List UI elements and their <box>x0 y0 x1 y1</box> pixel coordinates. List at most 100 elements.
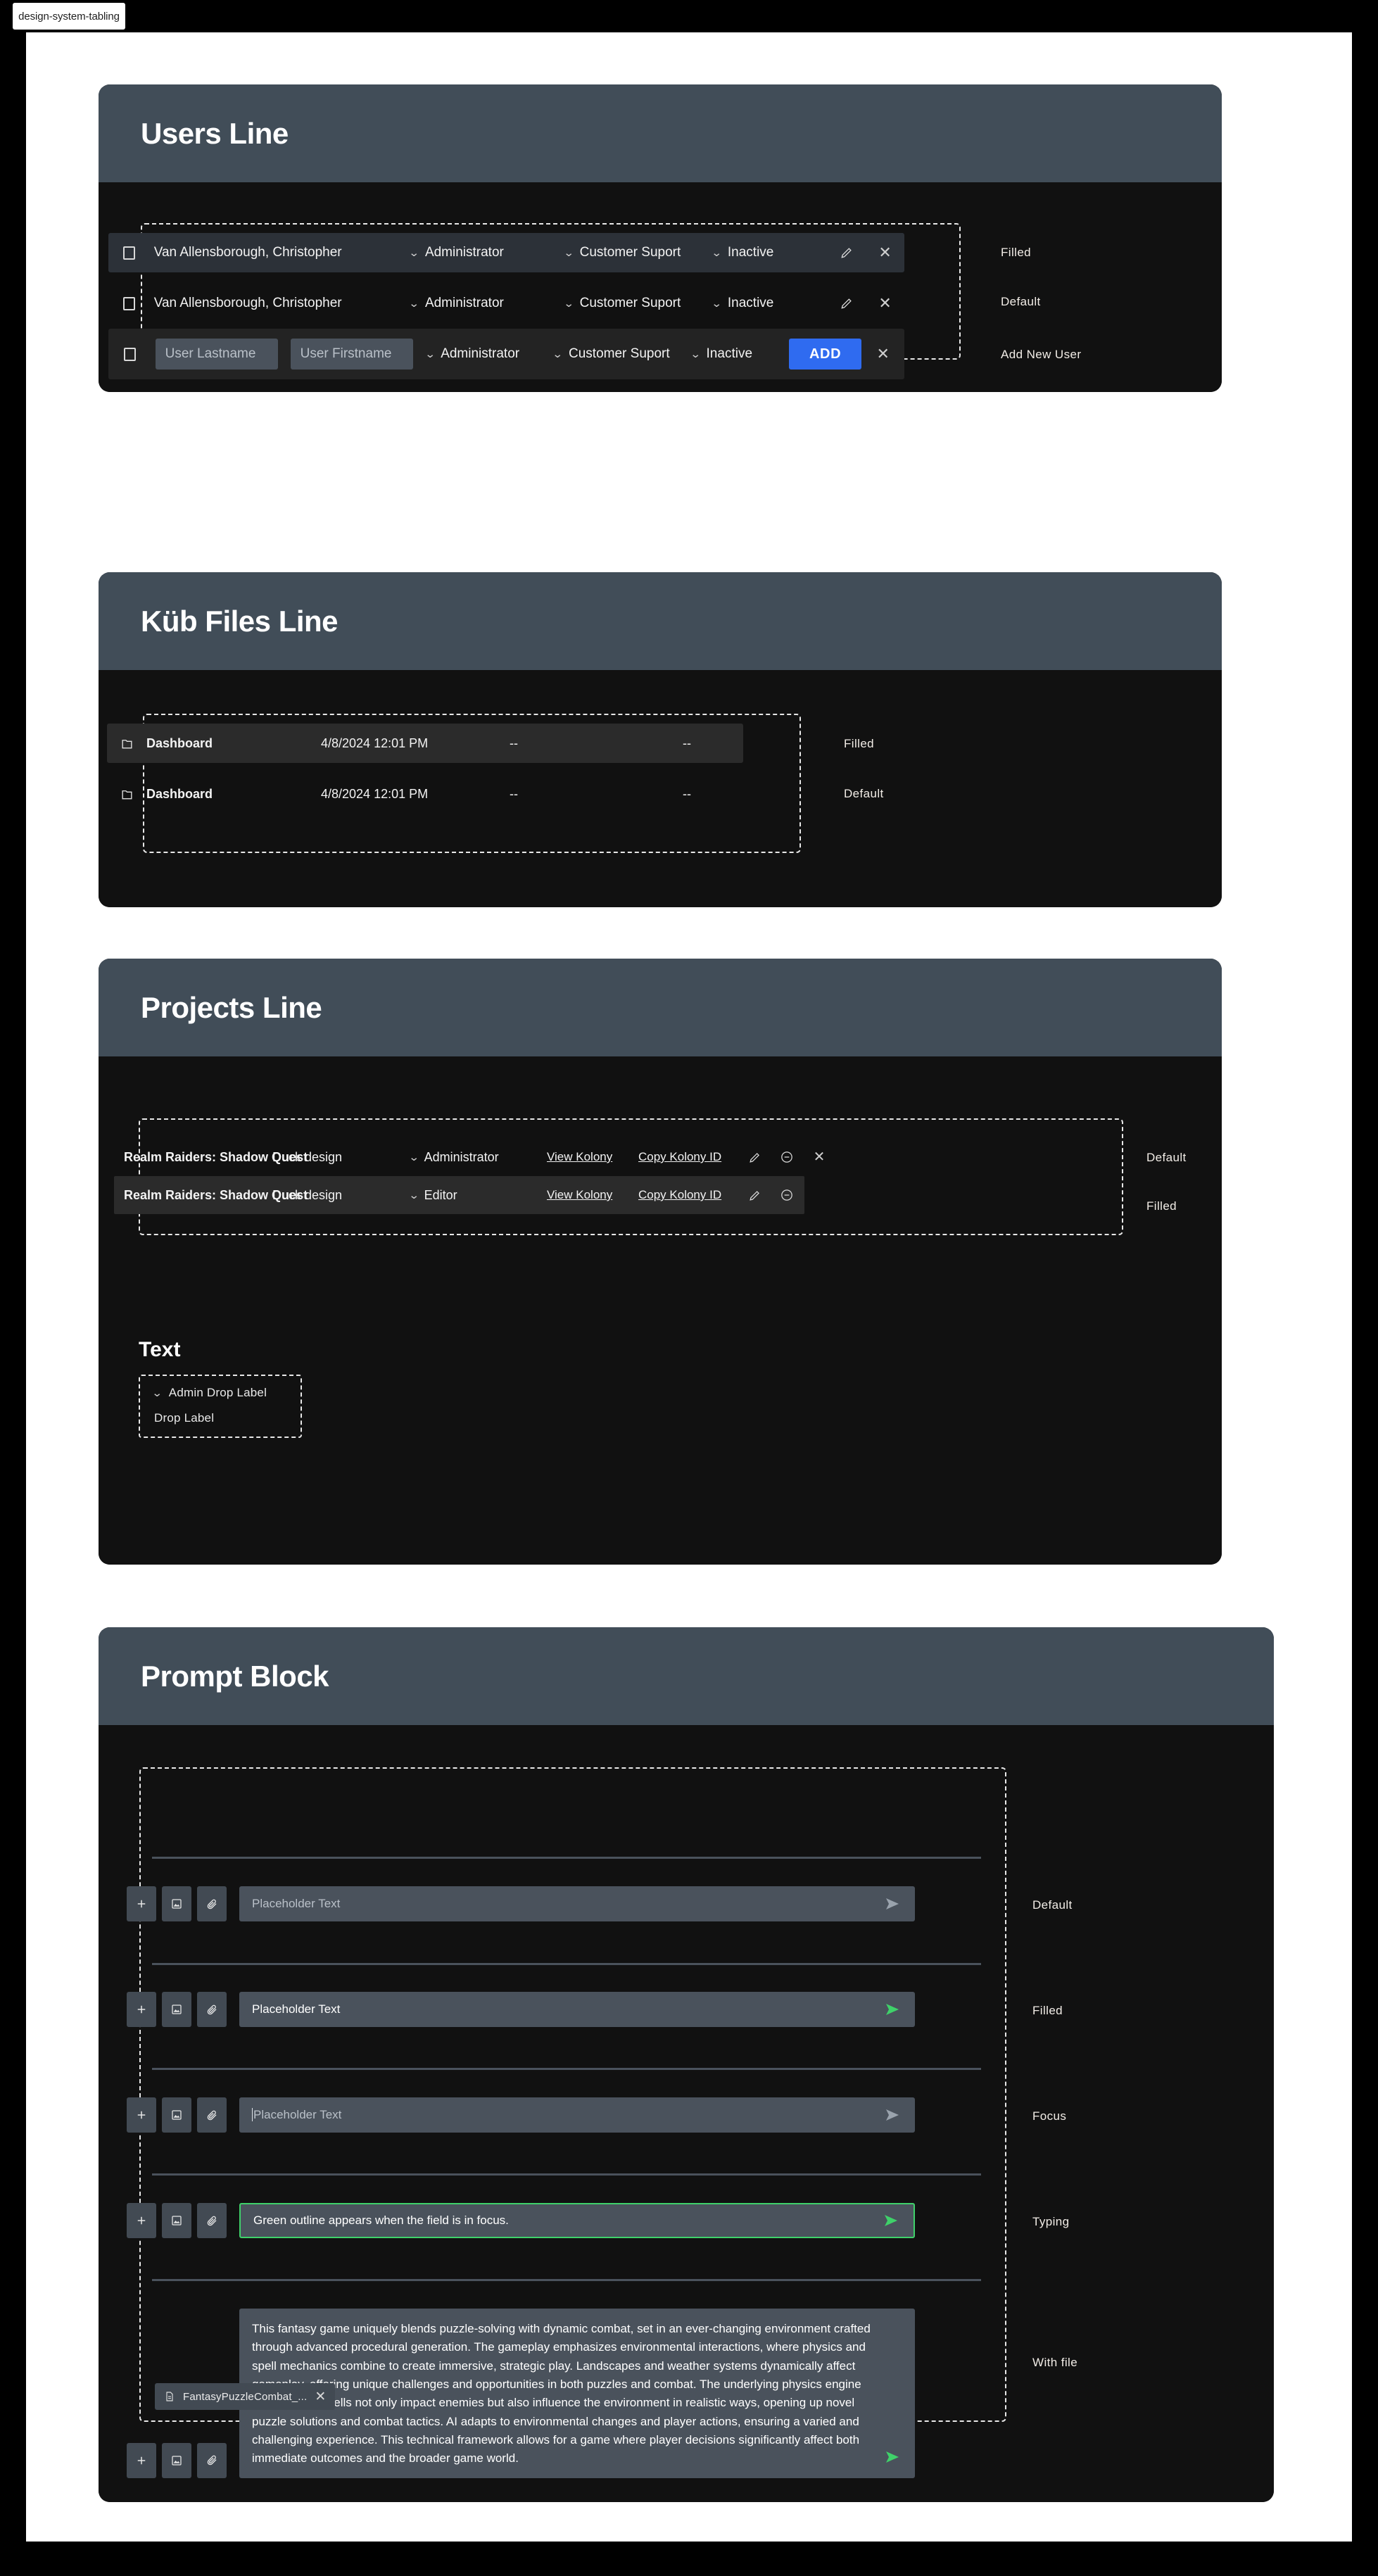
edit-button[interactable] <box>738 1189 771 1202</box>
remove-member-button[interactable] <box>771 1150 803 1164</box>
document-icon <box>166 2392 173 2401</box>
table-row[interactable]: Realm Raiders: Shadow Quest Duck design … <box>114 1176 804 1214</box>
close-icon[interactable]: ✕ <box>315 2390 326 2404</box>
prompt-input[interactable]: Placeholder Text <box>252 1895 877 1913</box>
prompt-input-wrapper[interactable]: Placeholder Text <box>239 1992 915 2027</box>
edit-button[interactable] <box>827 296 866 310</box>
prompt-input-wrapper[interactable]: Placeholder Text <box>239 2097 915 2133</box>
image-button[interactable] <box>162 2442 191 2478</box>
image-button[interactable] <box>162 2203 191 2238</box>
section-body: Dashboard 4/8/2024 12:01 PM -- -- Dashbo… <box>99 670 1222 907</box>
prompt-input[interactable]: Placeholder Text <box>252 2106 877 2124</box>
department-dropdown[interactable]: ⌄ Customer Suport <box>563 245 712 260</box>
role-dropdown[interactable]: ⌄ Editor <box>408 1188 547 1203</box>
send-icon[interactable] <box>883 2212 899 2229</box>
divider <box>152 2068 981 2070</box>
page-title: Küb Files Line <box>141 604 339 638</box>
status-dropdown[interactable]: ⌄ Inactive <box>712 296 827 311</box>
table-row[interactable]: Realm Raiders: Shadow Quest Duck design … <box>114 1138 912 1176</box>
add-button[interactable] <box>127 1886 156 1921</box>
row-checkbox[interactable] <box>108 296 150 310</box>
prompt-input[interactable]: Placeholder Text <box>252 2000 877 2019</box>
browser-tab-strip: design-system-tabling <box>0 0 1378 32</box>
send-icon[interactable] <box>884 2001 901 2018</box>
attach-button[interactable] <box>197 2442 227 2478</box>
browser-tab[interactable]: design-system-tabling <box>13 3 125 30</box>
paperclip-icon <box>207 2216 217 2225</box>
admin-drop-label[interactable]: ⌄ Admin Drop Label <box>151 1386 288 1400</box>
attach-button[interactable] <box>197 2203 227 2238</box>
state-label: Default <box>1146 1151 1187 1164</box>
state-label: Default <box>1032 1898 1073 1912</box>
add-button[interactable] <box>127 2442 156 2478</box>
prompt-input-wrapper[interactable]: Placeholder Text <box>239 1886 915 1921</box>
attach-button[interactable] <box>197 1992 227 2027</box>
remove-button[interactable]: ✕ <box>866 245 904 260</box>
remove-button[interactable]: ✕ <box>861 346 904 362</box>
image-button[interactable] <box>162 1992 191 2027</box>
prompt-input[interactable]: This fantasy game uniquely blends puzzle… <box>252 2320 877 2468</box>
browser-tab-label: design-system-tabling <box>18 10 120 23</box>
text-cursor <box>252 2107 253 2121</box>
prompt-row: Placeholder Text <box>127 1886 915 1921</box>
attach-button[interactable] <box>197 2097 227 2133</box>
table-row[interactable]: Dashboard 4/8/2024 12:01 PM -- -- <box>107 724 743 763</box>
edit-button[interactable] <box>827 246 866 260</box>
add-button[interactable] <box>127 2203 156 2238</box>
attachment-chip[interactable]: FantasyPuzzleCombat_... ✕ <box>155 2383 336 2410</box>
copy-kolony-id-link[interactable]: Copy Kolony ID <box>638 1188 738 1202</box>
role-dropdown[interactable]: ⌄ Administrator <box>408 1150 547 1165</box>
role-value: Administrator <box>424 245 504 260</box>
table-row[interactable]: Van Allensborough, Christopher ⌄ Adminis… <box>108 284 904 323</box>
firstname-input[interactable] <box>290 339 413 370</box>
plus-icon <box>137 1900 146 1908</box>
project-org: Duck design <box>272 1149 343 1164</box>
view-kolony-link[interactable]: View Kolony <box>547 1150 638 1164</box>
close-button[interactable]: ✕ <box>803 1150 835 1164</box>
department-dropdown[interactable]: ⌄ Customer Suport <box>563 296 712 311</box>
send-icon[interactable] <box>884 2107 901 2123</box>
paperclip-icon <box>207 2455 217 2465</box>
edit-button[interactable] <box>738 1151 771 1164</box>
add-button[interactable] <box>127 2097 156 2133</box>
role-dropdown[interactable]: ⌄ Administrator <box>424 346 554 362</box>
image-button[interactable] <box>162 1886 191 1921</box>
add-user-row[interactable]: ⌄ Administrator ⌄ Customer Suport ⌄ Inac… <box>108 329 904 379</box>
attach-button[interactable] <box>197 1886 227 1921</box>
state-label: Filled <box>1146 1199 1177 1213</box>
chevron-down-icon: ⌄ <box>711 297 723 310</box>
chevron-down-icon: ⌄ <box>151 1387 163 1399</box>
row-checkbox[interactable] <box>108 347 151 361</box>
table-row[interactable]: Van Allensborough, Christopher ⌄ Adminis… <box>108 233 904 272</box>
remove-member-button[interactable] <box>771 1188 803 1202</box>
department-dropdown[interactable]: ⌄ Customer Suport <box>552 346 691 362</box>
status-value: Inactive <box>727 245 774 260</box>
lastname-input[interactable] <box>155 339 278 370</box>
add-user-button[interactable]: ADD <box>788 339 862 370</box>
status-value: Inactive <box>727 296 774 310</box>
send-icon[interactable] <box>884 2449 901 2465</box>
status-dropdown[interactable]: ⌄ Inactive <box>712 245 827 260</box>
role-dropdown[interactable]: ⌄ Administrator <box>409 245 564 260</box>
section-header: Prompt Block <box>99 1627 1274 1725</box>
file-date: 4/8/2024 12:01 PM <box>321 786 429 801</box>
table-row[interactable]: Dashboard 4/8/2024 12:01 PM -- -- <box>107 774 743 814</box>
image-icon <box>172 1899 182 1909</box>
status-dropdown[interactable]: ⌄ Inactive <box>690 346 789 362</box>
section-header: Küb Files Line <box>99 572 1222 670</box>
send-icon[interactable] <box>884 1895 901 1912</box>
copy-kolony-id-link[interactable]: Copy Kolony ID <box>638 1150 738 1164</box>
add-button[interactable] <box>127 1992 156 2027</box>
row-checkbox[interactable] <box>108 246 150 260</box>
prompt-input-wrapper[interactable]: Green outline appears when the field is … <box>239 2203 915 2238</box>
section-users-line: Users Line Van Allensborough, Christophe… <box>99 84 1222 392</box>
file-col4: -- <box>683 786 691 801</box>
drop-label[interactable]: Drop Label <box>153 1411 288 1425</box>
remove-button[interactable]: ✕ <box>866 296 904 311</box>
prompt-input[interactable]: Green outline appears when the field is … <box>253 2211 876 2230</box>
view-kolony-link[interactable]: View Kolony <box>547 1188 638 1202</box>
state-label: Add New User <box>1001 348 1082 361</box>
image-button[interactable] <box>162 2097 191 2133</box>
prompt-input-wrapper[interactable]: This fantasy game uniquely blends puzzle… <box>239 2309 915 2478</box>
role-dropdown[interactable]: ⌄ Administrator <box>409 296 564 311</box>
